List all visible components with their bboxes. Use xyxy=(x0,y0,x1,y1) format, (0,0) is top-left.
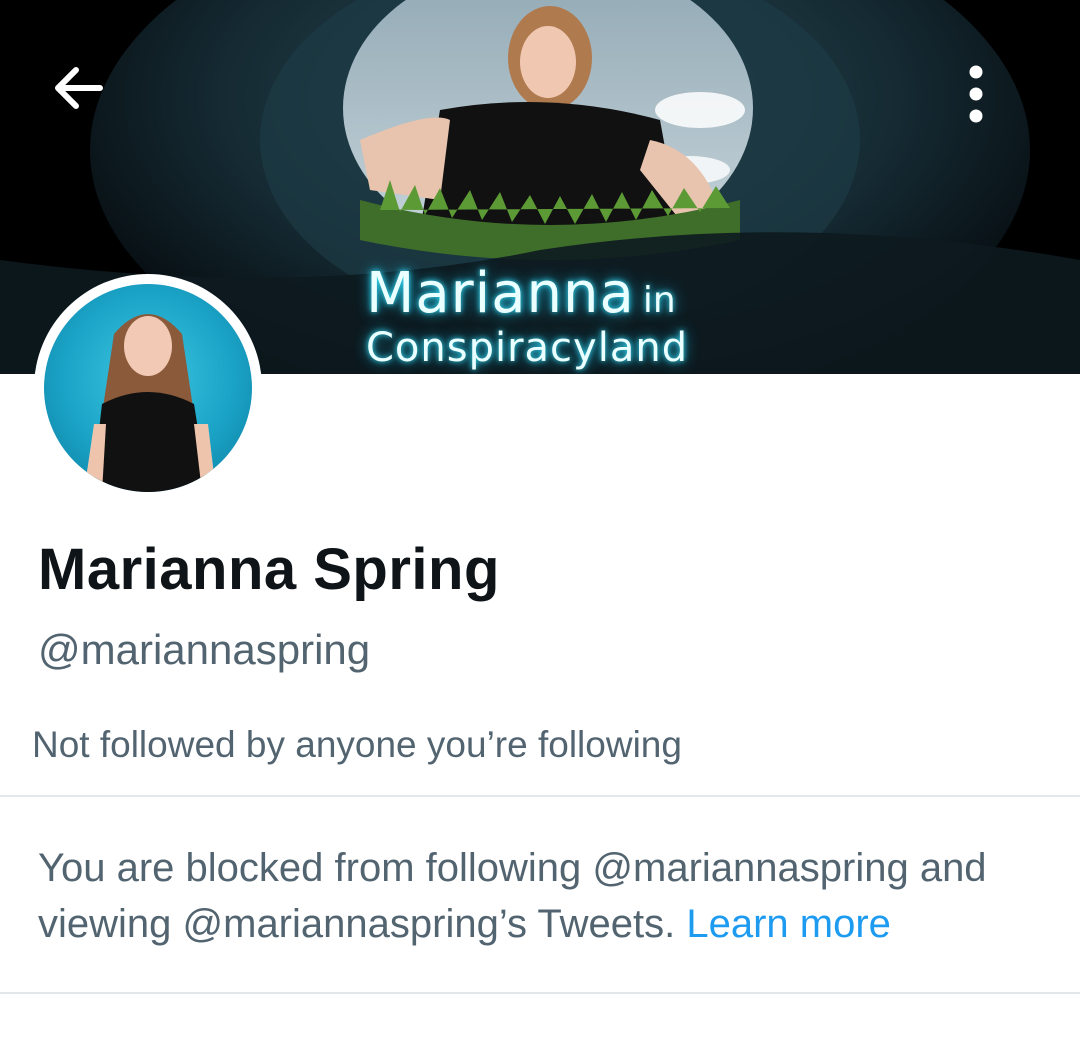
more-options-button[interactable] xyxy=(966,64,1036,134)
avatar[interactable] xyxy=(34,274,262,502)
banner-title-sub: Conspiracyland xyxy=(366,325,689,371)
avatar-image xyxy=(44,284,252,492)
more-vertical-icon xyxy=(969,65,983,123)
banner-title: Marianna in Conspiracyland xyxy=(366,266,689,371)
followers-you-know-note: Not followed by anyone you’re following xyxy=(32,724,682,765)
divider xyxy=(0,992,1080,994)
profile-name: Marianna Spring xyxy=(38,537,500,602)
banner-title-main: Marianna xyxy=(366,261,635,326)
banner-title-in: in xyxy=(642,280,676,321)
blocked-message: You are blocked from following @marianna… xyxy=(38,840,1048,952)
arrow-left-icon xyxy=(55,67,103,109)
profile-handle: @mariannaspring xyxy=(38,626,371,673)
back-button[interactable] xyxy=(50,66,120,136)
divider xyxy=(0,795,1080,797)
learn-more-link[interactable]: Learn more xyxy=(686,902,891,946)
